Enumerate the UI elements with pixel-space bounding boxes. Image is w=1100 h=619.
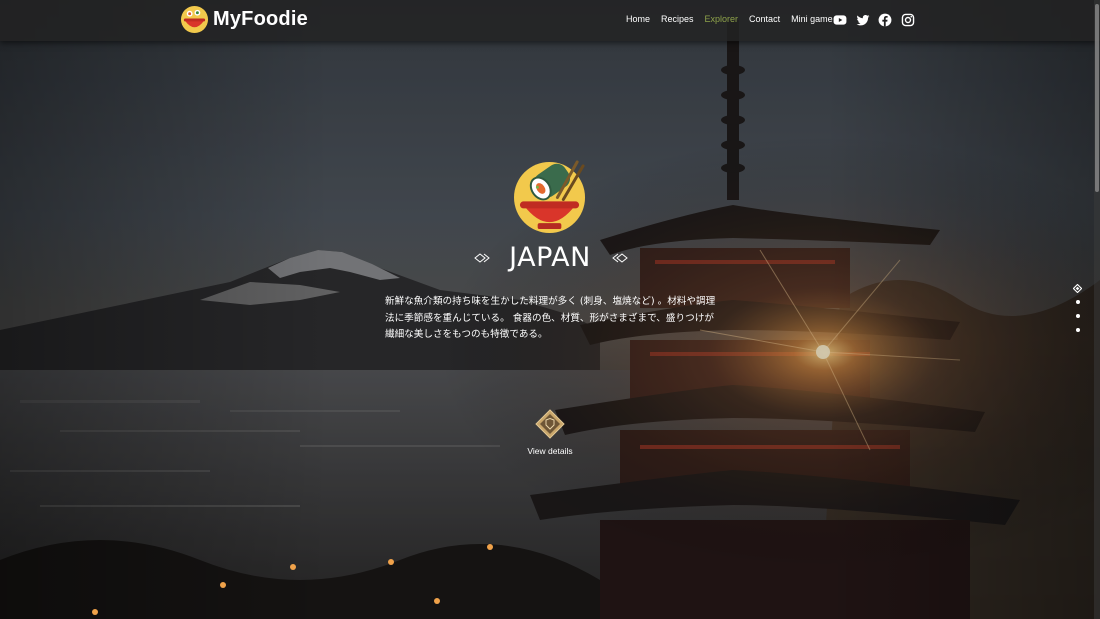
view-details-button[interactable]: View details (520, 409, 580, 459)
slide-indicator-dot[interactable] (1076, 314, 1080, 318)
nav-home[interactable]: Home (626, 14, 650, 24)
top-navbar: MyFoodie Home Recipes Explorer Contact M… (0, 0, 1100, 41)
main-nav: Home Recipes Explorer Contact Mini game (626, 14, 844, 24)
scrollbar-thumb[interactable] (1095, 4, 1099, 192)
twitter-icon[interactable] (856, 13, 870, 27)
social-links (833, 13, 923, 27)
divider-right-arrow (612, 253, 722, 263)
slide-indicator-dot[interactable] (1076, 300, 1080, 304)
brand-link[interactable]: MyFoodie (180, 5, 308, 34)
brand-name: MyFoodie (213, 8, 308, 30)
diamond-badge-icon (535, 409, 565, 439)
nav-recipes[interactable]: Recipes (661, 14, 694, 24)
facebook-icon[interactable] (878, 13, 892, 27)
nav-mini-game[interactable]: Mini game (791, 14, 833, 24)
view-details-label: View details (527, 446, 573, 456)
slide-indicator-active-diamond[interactable] (1073, 284, 1082, 293)
country-description: 新鮮な魚介類の持ち味を生かした料理が多く (刺身、塩焼など) 。材料や調理法に季… (385, 296, 716, 340)
nav-explorer[interactable]: Explorer (705, 14, 739, 24)
divider-left-arrow (380, 253, 490, 263)
slide-indicator (1071, 282, 1085, 336)
slide-indicator-dot[interactable] (1076, 328, 1080, 332)
youtube-icon[interactable] (833, 13, 847, 27)
page-scrollbar[interactable] (1094, 0, 1100, 619)
foodie-logo-icon (180, 5, 209, 34)
sushi-bowl-icon (514, 160, 586, 233)
country-title: JAPAN (509, 242, 591, 273)
nav-contact[interactable]: Contact (749, 14, 780, 24)
instagram-icon[interactable] (901, 13, 915, 27)
